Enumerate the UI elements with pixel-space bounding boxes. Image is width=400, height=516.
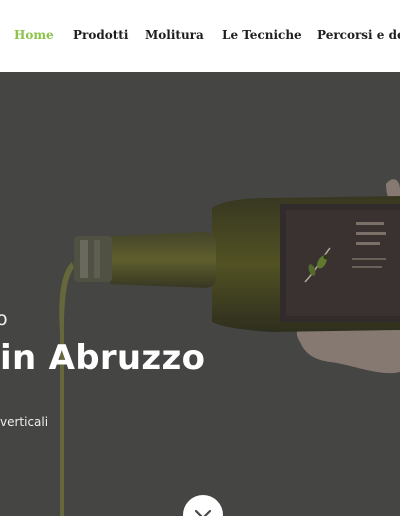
nav-item-prodotti[interactable]: Prodotti: [73, 28, 128, 42]
nav-item-le-tecniche[interactable]: Le Tecniche: [222, 28, 302, 42]
chevron-down-icon: [194, 509, 212, 516]
nav-item-home[interactable]: Home: [14, 28, 54, 42]
main-nav: Home Prodotti Molitura Le Tecniche Perco…: [0, 0, 400, 72]
hero-title: in Abruzzo: [0, 338, 206, 378]
hero-subtitle: verticali: [0, 415, 49, 429]
hero-bottle-image: [0, 72, 400, 516]
nav-item-percorsi[interactable]: Percorsi e deg: [317, 28, 400, 42]
hero-section: o in Abruzzo verticali: [0, 72, 400, 516]
nav-item-molitura[interactable]: Molitura: [145, 28, 204, 42]
hero-eyebrow: o: [0, 308, 8, 330]
